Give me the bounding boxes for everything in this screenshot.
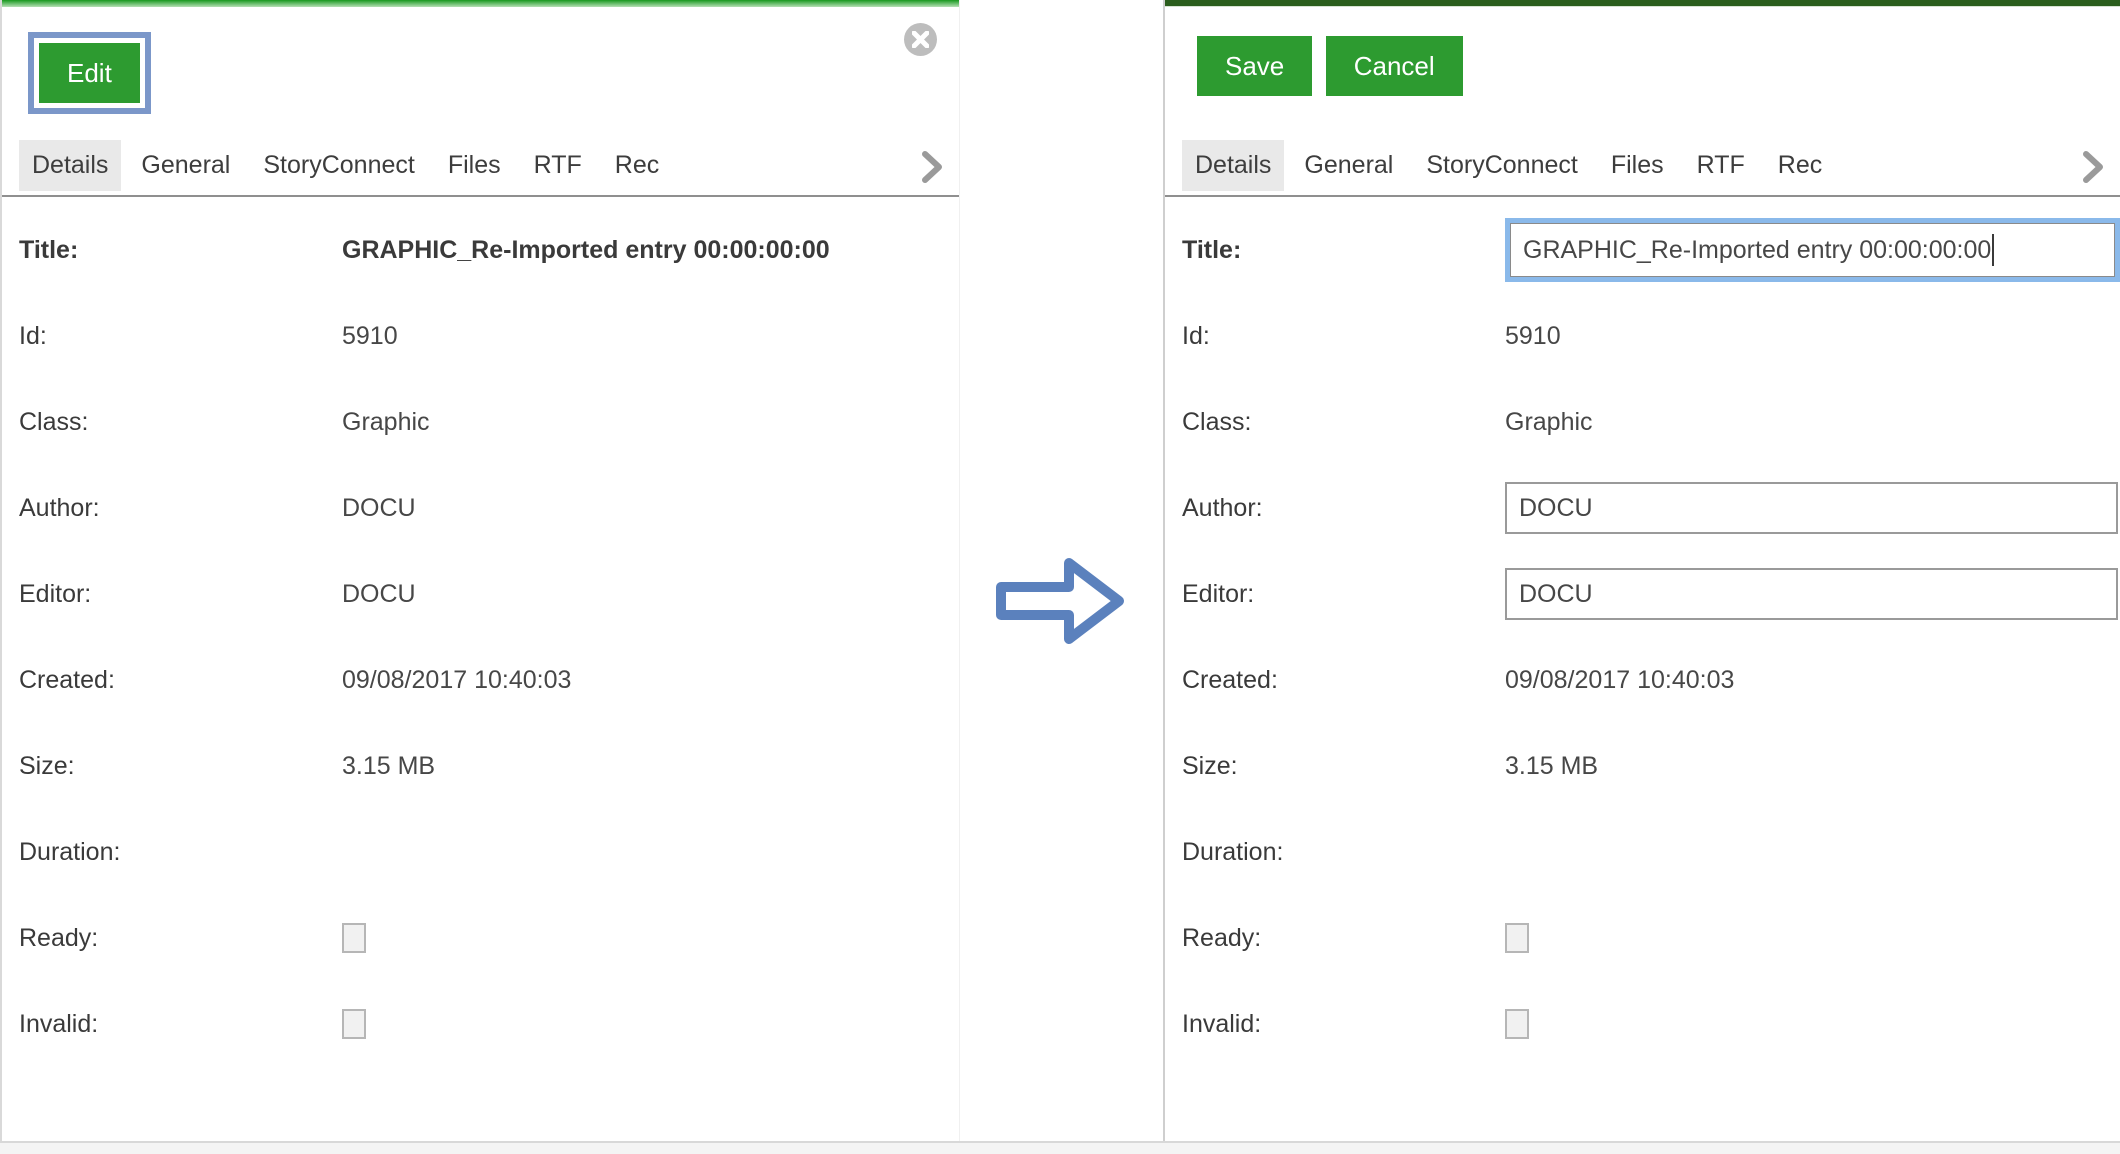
- field-label: Ready:: [1182, 924, 1505, 953]
- author-input[interactable]: DOCU: [1505, 482, 2118, 534]
- title-input-focus-ring: GRAPHIC_Re-Imported entry 00:00:00:00: [1505, 218, 2120, 282]
- field-value: 3.15 MB: [342, 752, 435, 781]
- tab-files[interactable]: Files: [435, 140, 514, 191]
- field-row-class: Class: Graphic: [19, 379, 959, 465]
- edit-toolbar: Save Cancel: [1165, 7, 2120, 136]
- field-label: Editor:: [19, 580, 342, 609]
- field-row-size: Size: 3.15 MB: [19, 723, 959, 809]
- field-label: Class:: [19, 408, 342, 437]
- author-input-text: DOCU: [1519, 494, 1593, 523]
- field-row-created: Created: 09/08/2017 10:40:03: [1182, 637, 2120, 723]
- field-row-ready: Ready:: [19, 895, 959, 981]
- view-toolbar: Edit: [2, 7, 959, 136]
- tab-general[interactable]: General: [1291, 140, 1406, 191]
- field-label: Created:: [1182, 666, 1505, 695]
- field-value: Graphic: [1505, 408, 1593, 437]
- title-input[interactable]: GRAPHIC_Re-Imported entry 00:00:00:00: [1510, 223, 2115, 277]
- field-value: 5910: [1505, 322, 1561, 351]
- field-row-class: Class: Graphic: [1182, 379, 2120, 465]
- text-cursor: [1992, 234, 1994, 266]
- field-label: Author:: [19, 494, 342, 523]
- edit-button[interactable]: Edit: [39, 43, 140, 103]
- screenshot-stage: Edit Details General StoryConnect Files …: [0, 0, 2120, 1154]
- tab-bar: Details General StoryConnect Files RTF R…: [1165, 136, 2120, 197]
- field-row-size: Size: 3.15 MB: [1182, 723, 2120, 809]
- block-arrow-right-icon: [993, 553, 1125, 649]
- field-label: Size:: [19, 752, 342, 781]
- field-label: Size:: [1182, 752, 1505, 781]
- field-value: 3.15 MB: [1505, 752, 1598, 781]
- field-label: Invalid:: [19, 1010, 342, 1039]
- field-label: Class:: [1182, 408, 1505, 437]
- tab-rec[interactable]: Rec: [602, 140, 672, 191]
- field-row-title: Title: GRAPHIC_Re-Imported entry 00:00:0…: [1182, 207, 2120, 293]
- panel-top-accent-bar: [1165, 0, 2120, 7]
- details-panel-edit: Save Cancel Details General StoryConnect…: [1163, 0, 2120, 1141]
- field-label: Id:: [1182, 322, 1505, 351]
- field-value: GRAPHIC_Re-Imported entry 00:00:00:00: [342, 236, 830, 265]
- panel-top-accent-bar: [2, 0, 959, 7]
- field-list: Title: GRAPHIC_Re-Imported entry 00:00:0…: [1165, 197, 2120, 1067]
- field-row-duration: Duration:: [1182, 809, 2120, 895]
- save-button[interactable]: Save: [1197, 36, 1312, 96]
- tab-details[interactable]: Details: [19, 140, 121, 191]
- close-x-glyph: [912, 31, 929, 48]
- field-label: Title:: [19, 236, 342, 265]
- editor-input-text: DOCU: [1519, 580, 1593, 609]
- cancel-button[interactable]: Cancel: [1326, 36, 1463, 96]
- field-row-invalid: Invalid:: [19, 981, 959, 1067]
- tab-storyconnect[interactable]: StoryConnect: [1413, 140, 1590, 191]
- edit-button-focus-ring: Edit: [28, 32, 151, 114]
- field-row-id: Id: 5910: [19, 293, 959, 379]
- field-value: 09/08/2017 10:40:03: [342, 666, 571, 695]
- close-icon[interactable]: [904, 23, 937, 56]
- field-row-author: Author: DOCU: [1182, 465, 2120, 551]
- tab-storyconnect[interactable]: StoryConnect: [250, 140, 427, 191]
- field-label: Editor:: [1182, 580, 1505, 609]
- field-row-author: Author: DOCU: [19, 465, 959, 551]
- tab-rtf[interactable]: RTF: [521, 140, 595, 191]
- invalid-checkbox[interactable]: [1505, 1009, 1529, 1039]
- field-row-ready: Ready:: [1182, 895, 2120, 981]
- field-value: 5910: [342, 322, 398, 351]
- details-panel-view: Edit Details General StoryConnect Files …: [0, 0, 960, 1141]
- invalid-checkbox[interactable]: [342, 1009, 366, 1039]
- field-value: DOCU: [342, 580, 416, 609]
- field-row-duration: Duration:: [19, 809, 959, 895]
- field-row-id: Id: 5910: [1182, 293, 2120, 379]
- field-label: Invalid:: [1182, 1010, 1505, 1039]
- field-row-editor: Editor: DOCU: [1182, 551, 2120, 637]
- field-label: Created:: [19, 666, 342, 695]
- title-input-text: GRAPHIC_Re-Imported entry 00:00:00:00: [1523, 236, 1991, 265]
- tab-general[interactable]: General: [128, 140, 243, 191]
- tab-details[interactable]: Details: [1182, 140, 1284, 191]
- field-row-editor: Editor: DOCU: [19, 551, 959, 637]
- field-row-created: Created: 09/08/2017 10:40:03: [19, 637, 959, 723]
- field-label: Id:: [19, 322, 342, 351]
- field-label: Duration:: [19, 838, 342, 867]
- field-value: 09/08/2017 10:40:03: [1505, 666, 1734, 695]
- editor-input[interactable]: DOCU: [1505, 568, 2118, 620]
- field-label: Ready:: [19, 924, 342, 953]
- field-label: Author:: [1182, 494, 1505, 523]
- ready-checkbox[interactable]: [1505, 923, 1529, 953]
- field-label: Title:: [1182, 236, 1505, 265]
- page-bottom-strip: [0, 1141, 2120, 1154]
- chevron-right-icon[interactable]: [2082, 150, 2104, 189]
- tab-files[interactable]: Files: [1598, 140, 1677, 191]
- tab-rec[interactable]: Rec: [1765, 140, 1835, 191]
- field-value: Graphic: [342, 408, 430, 437]
- tab-bar: Details General StoryConnect Files RTF R…: [2, 136, 959, 197]
- ready-checkbox[interactable]: [342, 923, 366, 953]
- field-row-invalid: Invalid:: [1182, 981, 2120, 1067]
- field-row-title: Title: GRAPHIC_Re-Imported entry 00:00:0…: [19, 207, 959, 293]
- field-value: DOCU: [342, 494, 416, 523]
- field-label: Duration:: [1182, 838, 1505, 867]
- tab-rtf[interactable]: RTF: [1684, 140, 1758, 191]
- field-list: Title: GRAPHIC_Re-Imported entry 00:00:0…: [2, 197, 959, 1067]
- chevron-right-icon[interactable]: [921, 150, 943, 189]
